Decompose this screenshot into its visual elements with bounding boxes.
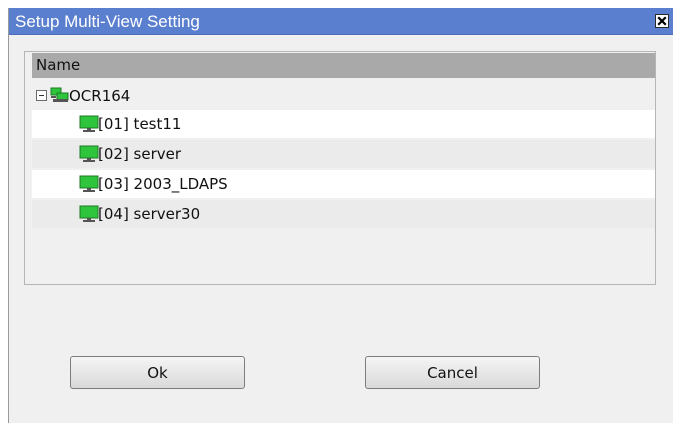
ok-button[interactable]: Ok [70,356,245,389]
tree-node-child[interactable]: [03] 2003_LDAPS [32,170,655,198]
monitor-icon [79,175,99,192]
tree-node-label: [01] test11 [98,115,182,133]
title-bar[interactable]: Setup Multi-View Setting [9,8,673,35]
setup-multiview-dialog: Setup Multi-View Setting Name OCR164 [01… [8,8,673,423]
tree-node-label: [02] server [98,145,182,163]
collapse-toggle[interactable] [36,90,47,101]
tree-node-child[interactable]: [04] server30 [32,200,655,228]
close-icon [657,16,667,26]
tree-view[interactable]: Name OCR164 [01] test11 [02] server [03]… [24,51,656,285]
tree-node-root[interactable]: OCR164 [32,82,655,110]
tree-node-label: [03] 2003_LDAPS [98,175,228,193]
network-computer-icon [50,87,69,102]
dialog-title: Setup Multi-View Setting [15,12,200,31]
tree-node-label: OCR164 [69,87,131,105]
close-button[interactable] [655,14,669,28]
monitor-icon [79,145,99,162]
column-header-name[interactable]: Name [32,53,655,78]
cancel-button[interactable]: Cancel [365,356,540,389]
column-header-label: Name [36,56,81,74]
monitor-icon [79,115,99,132]
tree-node-child[interactable]: [01] test11 [32,110,655,138]
tree-node-label: [04] server30 [98,205,201,223]
tree-node-child[interactable]: [02] server [32,140,655,168]
monitor-icon [79,205,99,222]
